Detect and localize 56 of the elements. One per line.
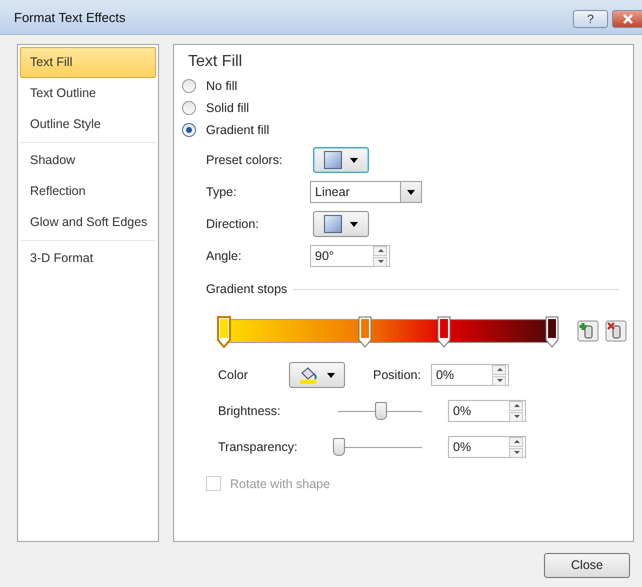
spin-arrows-icon <box>509 400 523 422</box>
gradient-stop-handle[interactable] <box>544 316 559 348</box>
position-spinner[interactable]: 0% <box>430 364 509 386</box>
help-button[interactable]: ? <box>573 10 608 28</box>
panel-title: Text Fill <box>188 53 244 71</box>
paint-bucket-icon <box>299 366 319 384</box>
radio-label: No fill <box>206 79 238 93</box>
caret-icon <box>350 158 358 162</box>
gradient-stop-handle[interactable] <box>358 316 372 348</box>
slider-thumb[interactable] <box>375 402 387 420</box>
caret-icon <box>327 372 335 378</box>
field-label: Direction: <box>206 217 260 231</box>
section-label: Gradient stops <box>206 282 288 296</box>
slider-thumb[interactable] <box>333 438 345 456</box>
window-title: Format Text Effects <box>14 10 126 24</box>
radio-button[interactable] <box>182 123 196 137</box>
sidebar-item[interactable]: Shadow <box>20 145 156 176</box>
field-label: Brightness: <box>218 404 282 418</box>
caret-icon <box>407 190 415 194</box>
field-label: Transparency: <box>218 440 298 454</box>
sidebar-item[interactable]: Reflection <box>20 176 156 207</box>
sidebar-item[interactable]: 3-D Format <box>20 243 156 274</box>
sidebar-item[interactable]: Glow and Soft Edges <box>20 207 156 238</box>
gradient-stop-handle[interactable] <box>217 316 231 348</box>
field-label: Angle: <box>206 249 242 263</box>
sidebar-item[interactable]: Text Fill <box>20 47 156 78</box>
spin-arrows-icon <box>492 364 506 386</box>
sidebar-item[interactable]: Text Outline <box>20 78 156 109</box>
field-label: Color <box>218 368 249 382</box>
radio-label: Gradient fill <box>206 123 270 137</box>
type-dropdown[interactable]: Linear <box>310 181 422 203</box>
field-label: Position: <box>373 368 421 382</box>
field-label: Type: <box>206 185 238 199</box>
spin-arrows-icon <box>509 436 523 458</box>
color-button[interactable] <box>289 362 345 388</box>
add-stop-icon[interactable] <box>577 320 599 342</box>
gradient-stop-handle[interactable] <box>436 316 451 348</box>
direction-button[interactable] <box>313 211 369 237</box>
remove-stop-icon[interactable] <box>605 320 627 342</box>
checkbox-label: Rotate with shape <box>230 476 330 490</box>
radio-label: Solid fill <box>206 101 250 115</box>
radio-button[interactable] <box>182 79 196 93</box>
close-button[interactable] <box>612 10 642 28</box>
sidebar-item[interactable]: Outline Style <box>20 109 156 140</box>
radio-button[interactable] <box>182 101 196 115</box>
preset-colors-button[interactable] <box>313 147 369 173</box>
close-dialog-button[interactable]: Close <box>544 552 630 578</box>
field-label: Preset colors: <box>206 153 284 167</box>
gradient-swatch-icon <box>324 151 342 169</box>
value-spinner[interactable]: 0% <box>448 400 526 422</box>
angle-spinner[interactable]: 90° <box>310 245 390 267</box>
value-spinner[interactable]: 0% <box>448 436 526 458</box>
spin-arrows-icon <box>373 246 387 266</box>
close-icon <box>622 14 634 24</box>
caret-icon <box>350 222 358 226</box>
gradient-swatch-icon <box>324 215 342 233</box>
